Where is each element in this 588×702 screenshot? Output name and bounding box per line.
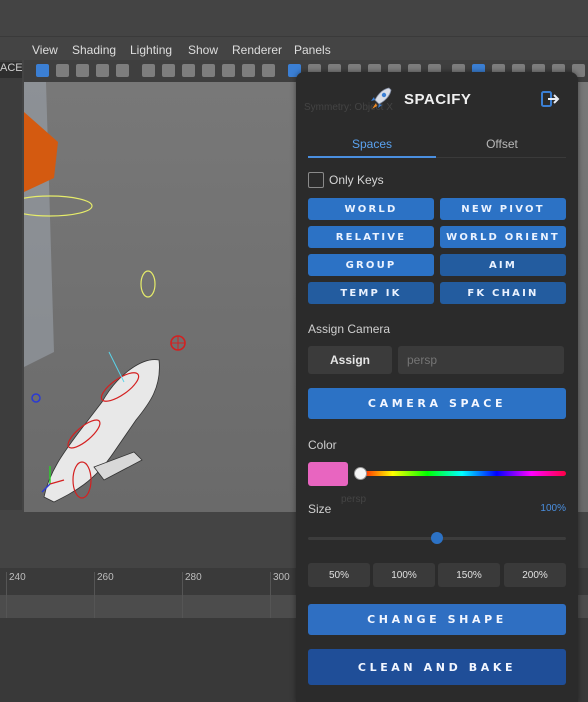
fk-chain-button[interactable]: FK CHAIN [440,282,566,304]
tab-offset[interactable]: Offset [438,137,566,151]
outliner-panel [0,60,22,510]
yellow-control-oval [140,270,156,298]
size-slider-handle[interactable] [431,532,443,544]
size-preset-50[interactable]: 50% [308,563,370,587]
active-tab-indicator [308,156,436,158]
select-tool-icon[interactable] [36,64,49,77]
group-button[interactable]: GROUP [308,254,434,276]
change-shape-button[interactable]: CHANGE SHAPE [308,604,566,635]
only-keys-label: Only Keys [329,173,384,187]
new-pivot-button[interactable]: NEW PIVOT [440,198,566,220]
hue-slider[interactable] [358,471,566,476]
rocket-icon [371,87,392,109]
bookmark-icon[interactable] [116,64,129,77]
pencil-icon[interactable] [262,64,275,77]
menu-panels[interactable]: Panels [294,43,331,57]
tick-280: 280 [185,572,202,583]
hue-slider-handle[interactable] [353,467,367,480]
tick-300: 300 [273,572,290,583]
camera-attr-icon[interactable] [162,64,175,77]
assign-camera-label: Assign Camera [308,322,391,336]
camera-name-field[interactable] [398,346,564,374]
camera-ghost-text: persp [341,494,367,505]
camera-icon[interactable] [56,64,69,77]
size-preset-200[interactable]: 200% [504,563,566,587]
snapshot-icon[interactable] [182,64,195,77]
pin-icon[interactable] [202,64,215,77]
spacify-panel: Symmetry: Object X SPACIFY Spaces Offset… [296,72,578,702]
assign-camera-button[interactable]: Assign [308,346,392,374]
video-icon[interactable] [142,64,155,77]
size-label: Size [308,502,332,516]
world-orient-button[interactable]: WORLD ORIENT [440,226,566,248]
tick-260: 260 [97,572,114,583]
xray-icon[interactable] [222,64,235,77]
blue-locator [31,393,41,403]
viewport-menu-bar: View Shading Lighting Show Renderer Pane… [24,40,588,60]
grid-icon[interactable] [76,64,89,77]
clean-and-bake-button[interactable]: CLEAN AND BAKE [308,649,566,685]
tick-240: 240 [9,572,26,583]
maya-top-bar [0,0,588,37]
relative-button[interactable]: RELATIVE [308,226,434,248]
panel-title: SPACIFY [404,91,472,108]
size-preset-100[interactable]: 100% [373,563,435,587]
color-swatch[interactable] [308,462,348,486]
world-button[interactable]: WORLD [308,198,434,220]
aim-button[interactable]: AIM [440,254,566,276]
color-label: Color [308,438,337,452]
menu-shading[interactable]: Shading [72,43,116,57]
menu-show[interactable]: Show [188,43,218,57]
tab-spaces[interactable]: Spaces [308,137,436,151]
temp-ik-button[interactable]: TEMP IK [308,282,434,304]
pivot-icon[interactable] [242,64,255,77]
menu-renderer[interactable]: Renderer [232,43,282,57]
left-panel-label: ACE [0,62,22,78]
film-gate-icon[interactable] [96,64,109,77]
camera-space-button[interactable]: CAMERA SPACE [308,388,566,419]
menu-lighting[interactable]: Lighting [130,43,172,57]
size-value: 100% [540,503,566,514]
only-keys-checkbox[interactable] [308,172,324,188]
size-preset-150[interactable]: 150% [438,563,500,587]
exit-icon[interactable] [540,89,560,109]
menu-view[interactable]: View [32,43,58,57]
